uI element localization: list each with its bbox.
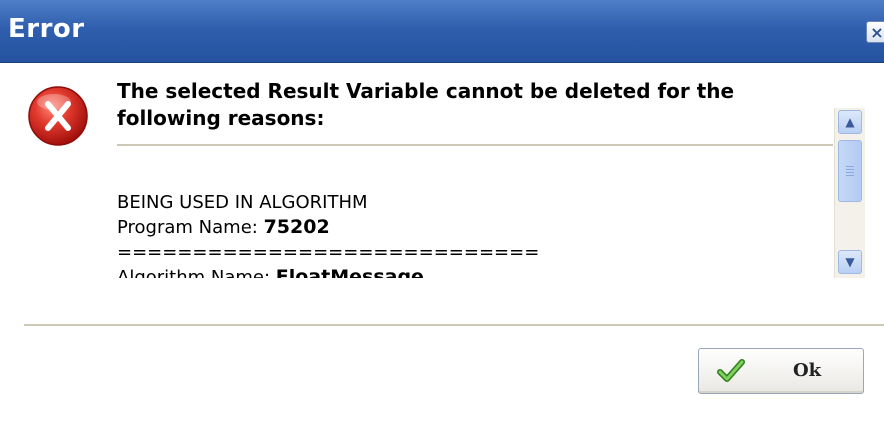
algorithm-name-line: Algorithm Name: FloatMessage — [117, 265, 827, 278]
algorithm-name-value: FloatMessage — [275, 266, 424, 278]
chevron-down-icon: ▼ — [845, 255, 855, 269]
close-button[interactable]: × — [866, 21, 884, 43]
details-scrollbar[interactable]: ▲ ▼ — [834, 108, 865, 278]
divider — [117, 144, 833, 146]
error-message-heading: The selected Result Variable cannot be d… — [117, 79, 735, 130]
program-name-value: 75202 — [263, 216, 330, 238]
reason-text: BEING USED IN ALGORITHM — [117, 192, 368, 213]
scroll-down-button[interactable]: ▼ — [838, 250, 862, 274]
dialog-title: Error — [8, 14, 85, 44]
scroll-up-button[interactable]: ▲ — [838, 110, 862, 134]
close-icon: × — [870, 23, 884, 42]
footer-divider — [24, 324, 884, 326]
error-details-panel: BEING USED IN ALGORITHM Program Name: 75… — [117, 152, 827, 278]
ok-button[interactable]: Ok — [698, 348, 864, 394]
program-name-line: Program Name: 75202 — [117, 215, 827, 240]
scroll-thumb[interactable] — [838, 140, 862, 202]
separator-line: ============================ — [117, 242, 540, 263]
checkmark-icon — [717, 359, 745, 382]
dialog-titlebar: Error × — [0, 0, 884, 63]
chevron-up-icon: ▲ — [845, 115, 855, 129]
ok-button-label: Ok — [793, 360, 822, 381]
algorithm-name-label: Algorithm Name: — [117, 267, 276, 278]
error-x-icon — [28, 86, 88, 146]
program-name-label: Program Name: — [117, 217, 264, 238]
